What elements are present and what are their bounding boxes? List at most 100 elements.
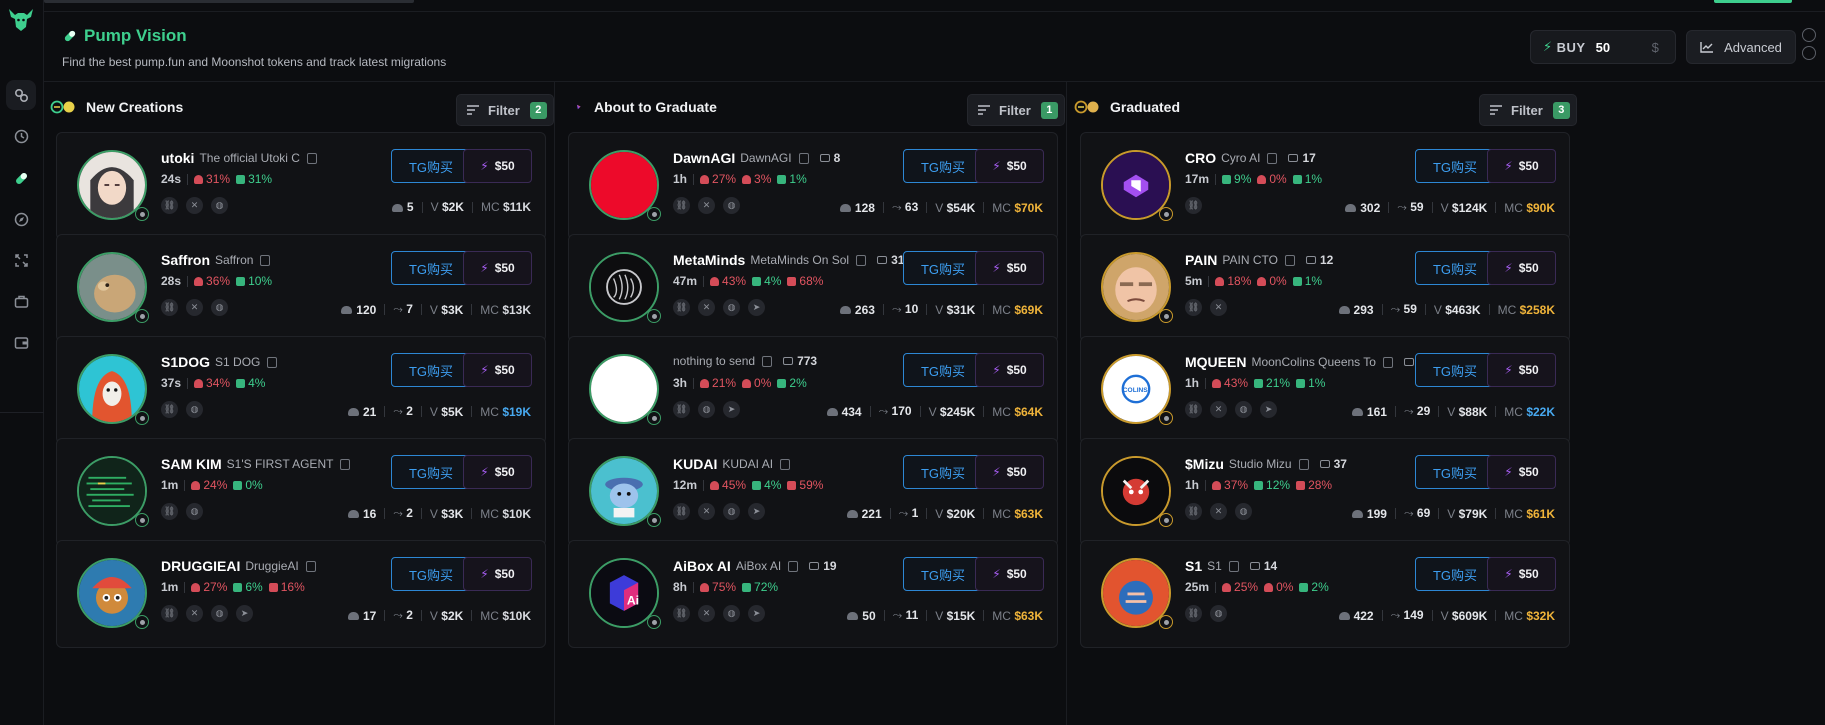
token-card[interactable]: PAIN PAIN CTO 12 5m 18% 0% 1% ⛓ ✕ TG购买 ⚡ $50… [1080,234,1570,342]
nav-history-icon[interactable] [6,121,36,151]
filter-button[interactable]: Filter 3 [1479,94,1577,126]
globe-icon[interactable]: ◍ [186,503,203,520]
nav-swap-icon[interactable] [6,245,36,275]
tg-buy-button[interactable]: TG购买 [391,149,471,183]
tg-buy-button[interactable]: TG购买 [1415,251,1495,285]
copy-icon[interactable] [1382,356,1393,368]
tg-buy-button[interactable]: TG购买 [903,557,983,591]
quick-buy-button[interactable]: ⚡ $50 [463,353,532,387]
copy-icon[interactable] [1298,458,1309,470]
nav-briefcase-icon[interactable] [6,286,36,316]
tg-icon[interactable]: ➤ [1260,401,1277,418]
token-card[interactable]: CRO Cyro AI 17 17m 9% 0% 1% ⛓ TG购买 ⚡ $50 30… [1080,132,1570,240]
globe-icon[interactable]: ◍ [211,605,228,622]
quick-buy-button[interactable]: ⚡ $50 [463,251,532,285]
copy-icon[interactable] [306,152,317,164]
link-icon[interactable]: ⛓ [673,197,690,214]
quick-buy-button[interactable]: ⚡ $50 [975,455,1044,489]
quick-buy-button[interactable]: ⚡ $50 [975,149,1044,183]
tg-buy-button[interactable]: TG购买 [391,353,471,387]
link-icon[interactable]: ⛓ [161,503,178,520]
link-icon[interactable]: ⛓ [161,197,178,214]
x-icon[interactable]: ✕ [186,299,203,316]
nav-compass-icon[interactable] [6,204,36,234]
x-icon[interactable]: ✕ [698,605,715,622]
token-symbol[interactable]: DawnAGI [673,150,735,166]
link-icon[interactable]: ⛓ [673,401,690,418]
tg-buy-button[interactable]: TG购买 [391,557,471,591]
globe-icon[interactable]: ◍ [723,197,740,214]
quick-buy-button[interactable]: ⚡ $50 [975,353,1044,387]
copy-icon[interactable] [1267,152,1278,164]
filter-button[interactable]: Filter 2 [456,94,554,126]
x-icon[interactable]: ✕ [698,197,715,214]
info-icon[interactable] [1802,46,1816,60]
x-icon[interactable]: ✕ [698,299,715,316]
quick-buy-button[interactable]: ⚡ $50 [463,455,532,489]
nav-link-icon[interactable] [6,80,36,110]
token-card[interactable]: Ai AiBox AI AiBox AI 19 8h 75% 72% ⛓ ✕ ◍ ➤ T… [568,540,1058,648]
quick-buy-button[interactable]: ⚡ $50 [975,251,1044,285]
tg-icon[interactable]: ➤ [748,503,765,520]
nav-wallet-icon[interactable] [6,327,36,357]
tg-buy-button[interactable]: TG购买 [391,455,471,489]
token-card[interactable]: COLINS MQUEEN MoonColins Queens To 20 1h… [1080,336,1570,444]
link-icon[interactable]: ⛓ [161,401,178,418]
token-symbol[interactable]: MQUEEN [1185,354,1246,370]
filter-button[interactable]: Filter 1 [967,94,1065,126]
copy-icon[interactable] [267,356,278,368]
tg-buy-button[interactable]: TG购买 [903,251,983,285]
token-card[interactable]: S1DOG S1 DOG 37s 34% 4% ⛓ ◍ TG购买 ⚡ $50 21 ⤳… [56,336,546,444]
tg-buy-button[interactable]: TG购买 [903,149,983,183]
token-card[interactable]: utoki The official Utoki C 24s 31% 31% ⛓ ✕… [56,132,546,240]
globe-icon[interactable]: ◍ [1235,503,1252,520]
token-symbol[interactable]: DRUGGIEAI [161,558,240,574]
token-symbol[interactable]: $Mizu [1185,456,1224,472]
globe-icon[interactable]: ◍ [1210,605,1227,622]
quick-buy-button[interactable]: ⚡ $50 [1487,149,1556,183]
token-symbol[interactable]: S1 [1185,558,1202,574]
token-card[interactable]: KUDAI KUDAI AI 12m 45% 4% 59% ⛓ ✕ ◍ ➤ TG购买 ⚡ $… [568,438,1058,546]
token-card[interactable]: Saffron Saffron 28s 36% 10% ⛓ ✕ ◍ TG购买 ⚡ $50… [56,234,546,342]
x-icon[interactable]: ✕ [698,503,715,520]
token-symbol[interactable]: AiBox AI [673,558,731,574]
tg-buy-button[interactable]: TG购买 [1415,455,1495,489]
token-symbol[interactable]: CRO [1185,150,1216,166]
token-symbol[interactable]: Saffron [161,252,210,268]
copy-icon[interactable] [762,355,773,367]
globe-icon[interactable]: ◍ [186,401,203,418]
token-symbol[interactable]: S1DOG [161,354,210,370]
quick-buy-button[interactable]: ⚡ $50 [463,557,532,591]
copy-icon[interactable] [305,560,316,572]
quick-buy-button[interactable]: ⚡ $50 [975,557,1044,591]
x-icon[interactable]: ✕ [186,605,203,622]
link-icon[interactable]: ⛓ [1185,197,1202,214]
copy-icon[interactable] [1228,560,1239,572]
x-icon[interactable]: ✕ [186,197,203,214]
copy-icon[interactable] [780,458,791,470]
globe-icon[interactable]: ◍ [211,197,228,214]
tg-buy-button[interactable]: TG购买 [903,353,983,387]
globe-icon[interactable]: ◍ [723,503,740,520]
link-icon[interactable]: ⛓ [1185,299,1202,316]
bull-logo-icon[interactable] [6,6,36,34]
link-icon[interactable]: ⛓ [1185,401,1202,418]
token-card[interactable]: nothing to send 773 3h 21% 0% 2% ⛓ ◍ ➤ TG购买 … [568,336,1058,444]
link-icon[interactable]: ⛓ [1185,605,1202,622]
token-card[interactable]: $Mizu Studio Mizu 37 1h 37% 12% 28% ⛓ ✕ ◍ TG… [1080,438,1570,546]
globe-icon[interactable]: ◍ [723,605,740,622]
link-icon[interactable]: ⛓ [673,503,690,520]
quick-buy-button[interactable]: ⚡ $50 [1487,353,1556,387]
token-symbol[interactable]: SAM KIM [161,456,222,472]
globe-icon[interactable]: ◍ [698,401,715,418]
tg-buy-button[interactable]: TG购买 [391,251,471,285]
tg-icon[interactable]: ➤ [748,605,765,622]
link-icon[interactable]: ⛓ [161,299,178,316]
link-icon[interactable]: ⛓ [673,299,690,316]
x-icon[interactable]: ✕ [1210,401,1227,418]
token-card[interactable]: MetaMinds MetaMinds On Sol 31 47m 43% 4% 6… [568,234,1058,342]
tg-buy-button[interactable]: TG购买 [1415,353,1495,387]
tg-buy-button[interactable]: TG购买 [1415,149,1495,183]
buy-amount-input[interactable]: 50 [1596,31,1640,63]
settings-icon[interactable] [1802,28,1816,42]
